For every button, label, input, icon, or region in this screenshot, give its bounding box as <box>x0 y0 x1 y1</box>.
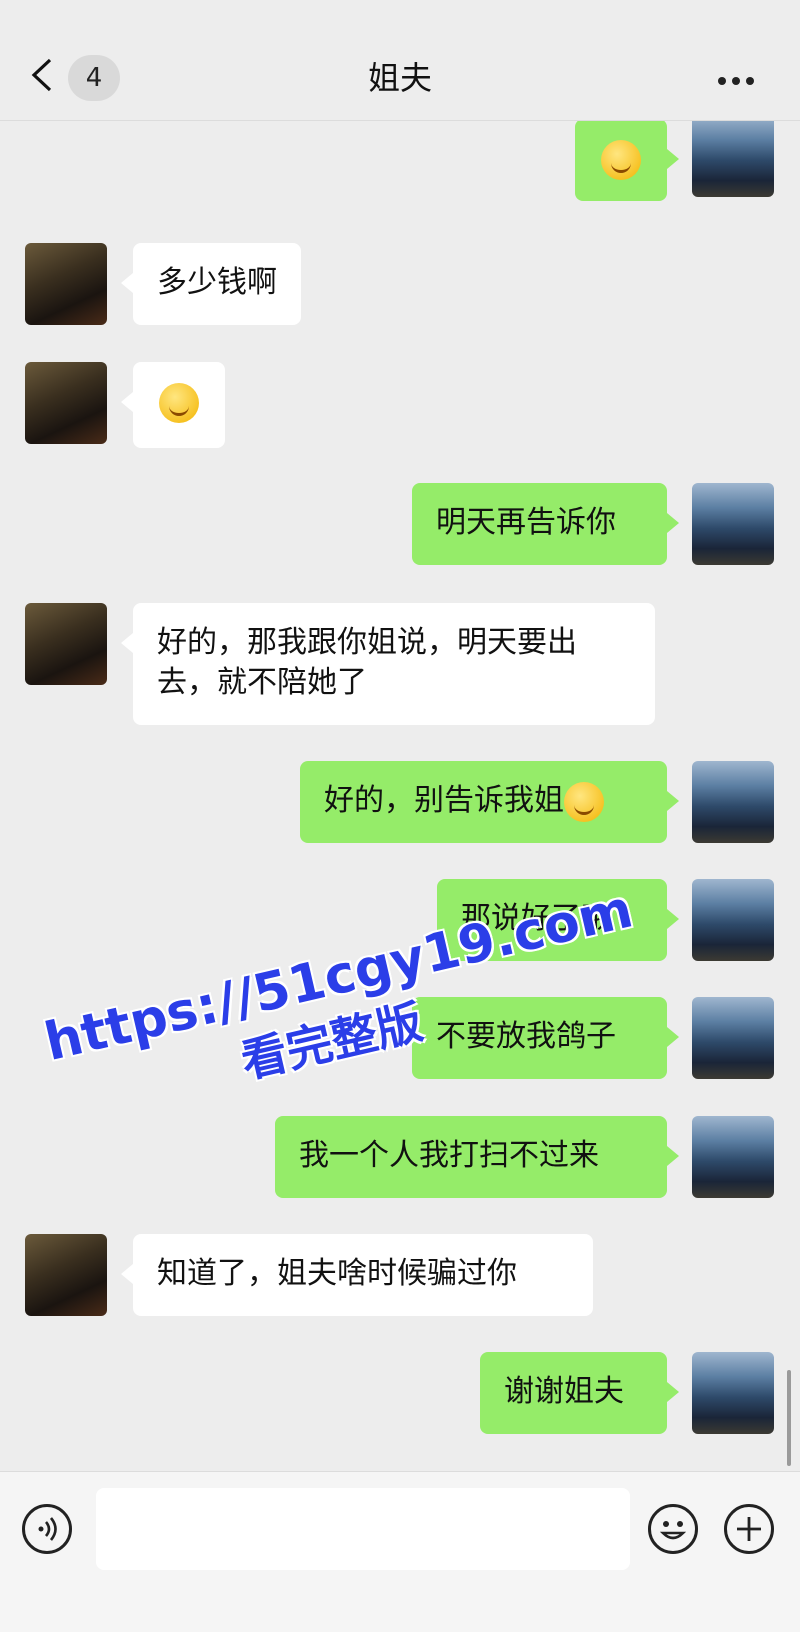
contact-avatar[interactable] <box>25 603 107 685</box>
message-bubble[interactable]: 好的，那我跟你姐说，明天要出去，就不陪她了 <box>121 603 655 725</box>
more-dots-icon[interactable] <box>718 70 762 85</box>
input-bar <box>0 1471 800 1632</box>
grinning-face-emoji-icon <box>564 781 604 822</box>
message-list[interactable]: 多少钱啊 明天再告诉你 好的，那我跟你姐说，明天要出去，就不陪她了 好的，别告诉… <box>0 121 800 1471</box>
message-bubble[interactable]: 多少钱啊 <box>121 243 301 325</box>
message-bubble[interactable]: 不要放我鸽子 <box>412 997 679 1079</box>
message-bubble[interactable]: 知道了，姐夫啥时候骗过你 <box>121 1234 593 1316</box>
my-avatar[interactable] <box>692 121 774 197</box>
emoji-icon[interactable] <box>648 1504 698 1554</box>
message-bubble[interactable]: 那说好了哦 <box>437 879 679 961</box>
my-avatar[interactable] <box>692 761 774 843</box>
message-input[interactable] <box>96 1488 630 1570</box>
message-bubble[interactable] <box>575 121 679 201</box>
plus-icon[interactable] <box>724 1504 774 1554</box>
message-bubble[interactable]: 我一个人我打扫不过来 <box>275 1116 679 1198</box>
my-avatar[interactable] <box>692 1352 774 1434</box>
confused-face-emoji-icon <box>159 382 199 423</box>
message-text: 好的，别告诉我姐 <box>324 783 564 818</box>
my-avatar[interactable] <box>692 879 774 961</box>
voice-icon[interactable] <box>22 1504 72 1554</box>
scrollbar[interactable] <box>787 1370 791 1466</box>
message-bubble[interactable]: 谢谢姐夫 <box>480 1352 679 1434</box>
contact-avatar[interactable] <box>25 362 107 444</box>
chat-header: 4 姐夫 <box>0 0 800 121</box>
my-avatar[interactable] <box>692 997 774 1079</box>
contact-avatar[interactable] <box>25 243 107 325</box>
chat-title: 姐夫 <box>367 59 432 97</box>
my-avatar[interactable] <box>692 1116 774 1198</box>
message-bubble[interactable]: 好的，别告诉我姐 <box>300 761 679 843</box>
message-bubble[interactable]: 明天再告诉你 <box>412 483 679 565</box>
message-bubble[interactable] <box>121 362 225 448</box>
squinting-grin-emoji-icon <box>601 139 641 180</box>
my-avatar[interactable] <box>692 483 774 565</box>
contact-avatar[interactable] <box>25 1234 107 1316</box>
